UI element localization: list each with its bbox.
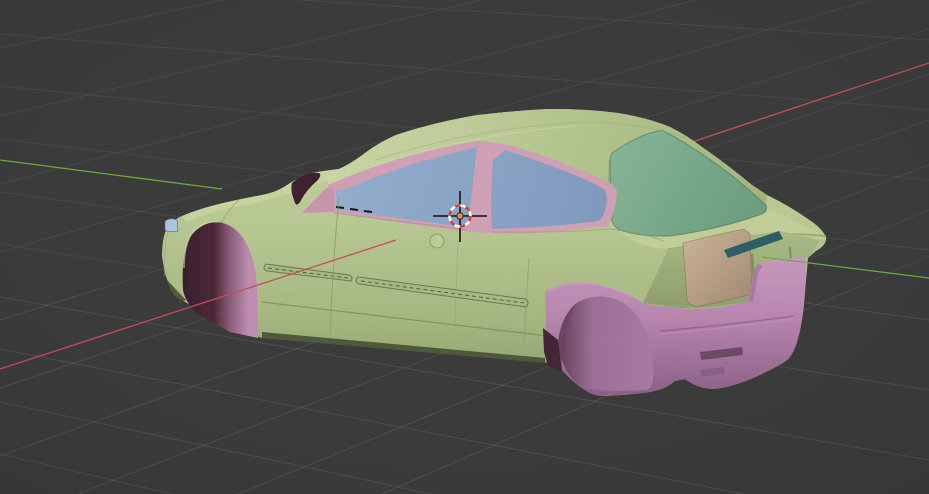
viewport-vignette	[0, 0, 929, 494]
viewport-canvas[interactable]	[0, 0, 929, 494]
blender-3d-viewport[interactable]	[0, 0, 929, 494]
